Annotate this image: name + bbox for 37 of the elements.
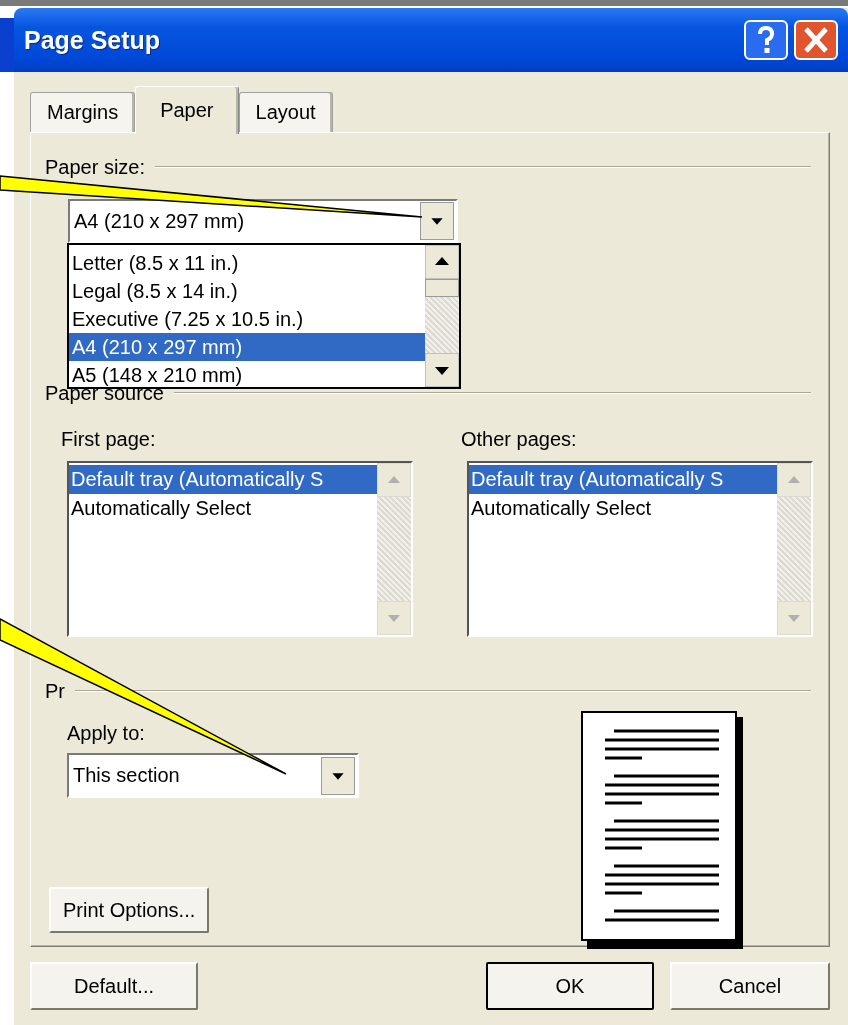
field-label: First page: (61, 427, 157, 451)
scroll-down-icon[interactable] (425, 353, 459, 387)
dropdown-option[interactable]: A4 (210 x 297 mm) (69, 333, 425, 361)
tray-listbox[interactable]: Default tray (Automatically S Automatically Select (67, 461, 413, 637)
print-options-button[interactable]: Print Options... (49, 887, 210, 933)
list-item[interactable]: Default tray (Automatically S (69, 465, 377, 494)
list-item[interactable]: Automatically Select (69, 494, 377, 523)
dropdown-arrow-icon[interactable] (420, 202, 454, 240)
field-label: Other pages: (461, 427, 578, 451)
scroll-down-icon (377, 601, 411, 635)
group-heading: Paper size: (45, 155, 146, 179)
dropdown-option[interactable]: Executive (7.25 x 10.5 in.) (69, 305, 425, 333)
scroll-up-icon (377, 463, 411, 497)
list-item[interactable]: Default tray (Automatically S (469, 465, 777, 494)
tray-listbox[interactable]: Default tray (Automatically S Automatically Select (467, 461, 813, 637)
paper-size-dropdown[interactable]: A4 (210 x 297 mm) (68, 199, 458, 243)
list-item[interactable]: Automatically Select (469, 494, 777, 523)
help-icon[interactable] (744, 20, 788, 60)
dialog-button[interactable]: Cancel (670, 962, 830, 1010)
scroll-up-icon[interactable] (425, 245, 459, 279)
apply-to-dropdown[interactable]: This section (67, 753, 359, 798)
scrollbar[interactable] (425, 245, 459, 387)
dropdown-arrow-icon[interactable] (321, 756, 355, 795)
field-label: Apply to: (67, 721, 145, 745)
tab[interactable]: Paper (135, 86, 239, 134)
dropdown-option[interactable]: Letter (8.5 x 11 in.) (69, 249, 425, 277)
scroll-down-icon (777, 601, 811, 635)
scroll-up-icon (777, 463, 811, 497)
tab[interactable]: Margins (30, 92, 136, 132)
dialog-button[interactable]: Default... (30, 962, 198, 1010)
group-heading: Pr (45, 679, 65, 703)
close-icon[interactable] (794, 20, 838, 60)
dropdown-option[interactable]: Legal (8.5 x 14 in.) (69, 277, 425, 305)
tab[interactable]: Layout (238, 92, 333, 132)
window-title: Page Setup (24, 25, 161, 55)
scroll-thumb[interactable] (425, 279, 459, 297)
dialog-button[interactable]: OK (486, 962, 654, 1010)
